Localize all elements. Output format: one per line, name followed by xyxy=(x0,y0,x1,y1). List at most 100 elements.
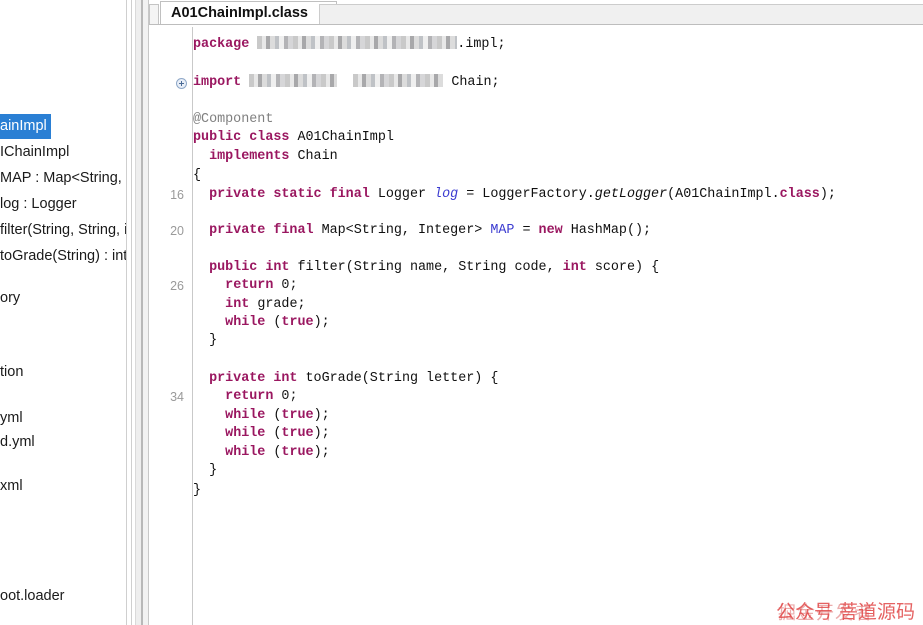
outline-panel: ainImpl IChainImpl MAP : Map<String, I log … xyxy=(0,0,136,625)
code-token: true xyxy=(281,315,314,330)
code-line: private static final Logger log = Logger… xyxy=(193,186,836,204)
outline-scrollbar[interactable] xyxy=(126,0,132,625)
code-token: } xyxy=(193,483,202,498)
outline-item[interactable]: IChainImpl xyxy=(0,140,69,165)
redacted-text-block xyxy=(249,73,338,87)
outline-item-label: IChainImpl xyxy=(0,144,70,160)
watermark-primary-text: 公众号 菩道源码 xyxy=(775,601,915,623)
code-line: private final Map<String, Integer> MAP =… xyxy=(193,222,651,240)
code-token: filter(String name, String code, xyxy=(297,260,563,275)
code-token: } xyxy=(193,333,218,348)
code-token: Logger xyxy=(377,187,435,202)
code-token: MAP xyxy=(490,223,515,238)
editor-area: A01ChainImpl.class × 16 20 26 34 package .i… xyxy=(149,0,923,625)
code-token: true xyxy=(281,408,314,423)
code-token: Chain xyxy=(297,149,338,164)
code-token: ); xyxy=(313,445,330,460)
code-token: .impl; xyxy=(457,37,506,52)
code-token: class xyxy=(779,187,820,202)
code-token: private final xyxy=(209,223,322,238)
code-token: Map<String, Integer> xyxy=(321,223,491,238)
outline-item[interactable]: yml xyxy=(0,406,23,431)
code-line: package .impl; xyxy=(193,35,506,54)
code-line: while (true); xyxy=(193,314,330,332)
outline-item[interactable]: MAP : Map<String, I xyxy=(0,166,130,191)
code-line: return 0; xyxy=(193,388,297,406)
tab-bar-empty-area xyxy=(319,4,923,25)
outline-item-label: ory xyxy=(0,290,21,306)
code-token: implements xyxy=(209,149,298,164)
line-number: 16 xyxy=(170,188,184,202)
tab-bar-separator xyxy=(149,24,923,25)
code-token: return xyxy=(225,389,282,404)
code-token: = xyxy=(514,223,539,238)
outline-item[interactable]: d.yml xyxy=(0,430,35,455)
code-token: private int xyxy=(209,371,306,386)
outline-item-label: ainImpl xyxy=(0,118,47,134)
code-line: } xyxy=(193,482,201,500)
code-content[interactable]: package .impl; import Chain; @Component pub… xyxy=(193,27,923,625)
code-token: log xyxy=(434,187,459,202)
tab-a01chainimpl[interactable]: A01ChainImpl.class × xyxy=(160,1,338,25)
outline-item-label: oot.loader xyxy=(0,588,65,604)
line-number-gutter: 16 20 26 34 xyxy=(149,27,192,625)
code-token: true xyxy=(281,445,314,460)
code-token: int xyxy=(562,260,595,275)
code-token: true xyxy=(281,426,314,441)
outline-item-label: MAP : Map<String, I xyxy=(0,170,130,186)
code-token: while xyxy=(225,426,274,441)
expand-plus-icon[interactable] xyxy=(176,78,187,89)
tab-label: A01ChainImpl.class xyxy=(171,5,308,21)
outline-item[interactable]: oot.loader xyxy=(0,584,65,609)
code-token: toGrade(String letter) { xyxy=(305,371,499,386)
outline-item[interactable]: xml xyxy=(0,474,23,499)
code-token: = LoggerFactory. xyxy=(458,187,595,202)
code-line: } xyxy=(193,332,217,350)
code-token: private static final xyxy=(209,187,378,202)
code-token: ); xyxy=(313,408,330,423)
code-token: ); xyxy=(313,315,330,330)
outline-item[interactable]: ainImpl xyxy=(0,114,51,139)
code-token: while xyxy=(225,445,274,460)
line-number: 34 xyxy=(170,390,184,404)
code-token: import xyxy=(193,75,250,90)
code-token: (A01ChainImpl. xyxy=(667,187,780,202)
code-token: ); xyxy=(819,187,836,202)
code-line: public int filter(String name, String co… xyxy=(193,259,659,277)
outline-item[interactable]: tion xyxy=(0,360,23,385)
code-line: public class A01ChainImpl xyxy=(193,129,394,147)
code-line: private int toGrade(String letter) { xyxy=(193,370,498,388)
watermark: 掘金开发者 公众号 菩道源码 xyxy=(775,601,915,623)
code-line: @Component xyxy=(193,111,273,129)
code-token: A01ChainImpl xyxy=(297,130,394,145)
outline-item-label: tion xyxy=(0,364,24,380)
code-token: getLogger xyxy=(594,187,668,202)
outline-item[interactable]: ory xyxy=(0,286,20,311)
code-viewport[interactable]: 16 20 26 34 package .impl; import Chain; @Com… xyxy=(149,27,923,625)
outline-item[interactable]: filter(String, String, ir xyxy=(0,218,132,243)
tab-overflow-stub[interactable] xyxy=(149,4,159,24)
redacted-text-block xyxy=(257,35,458,49)
code-line: while (true); xyxy=(193,444,330,462)
code-line: while (true); xyxy=(193,425,330,443)
code-line: { xyxy=(193,167,201,185)
redacted-text-block xyxy=(353,73,444,87)
outline-item[interactable]: toGrade(String) : int xyxy=(0,244,127,269)
code-line: import Chain; xyxy=(193,73,500,92)
editor-tab-bar: A01ChainImpl.class × xyxy=(149,0,923,25)
code-token: { xyxy=(193,168,202,183)
code-token: int xyxy=(225,297,258,312)
code-token: score) { xyxy=(594,260,660,275)
code-token: 0; xyxy=(281,389,298,404)
outline-item[interactable]: log : Logger xyxy=(0,192,77,217)
ide-window: ainImpl IChainImpl MAP : Map<String, I log … xyxy=(0,0,923,625)
outline-item-label: d.yml xyxy=(0,434,35,450)
